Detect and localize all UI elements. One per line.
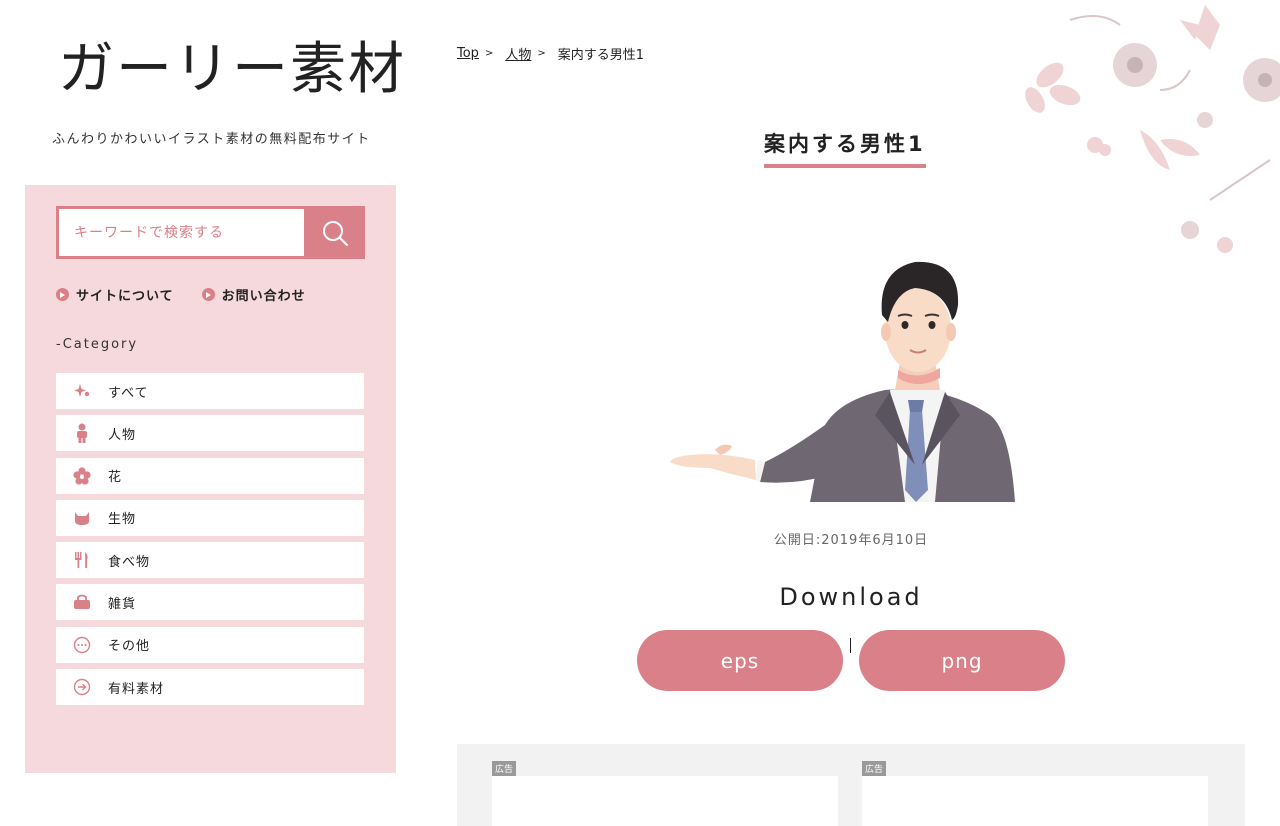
- category-item-paid[interactable]: 有料素材: [56, 669, 364, 706]
- site-logo[interactable]: ガーリー素材: [58, 30, 406, 110]
- chevron-right-icon: >: [537, 48, 546, 59]
- category-item-other[interactable]: その他: [56, 626, 364, 663]
- ad-label: 広告: [862, 761, 887, 776]
- page-title: 案内する男性1: [764, 128, 926, 168]
- download-heading: Download: [779, 583, 923, 611]
- site-tagline: ふんわりかわいいイラスト素材の無料配布サイト: [52, 132, 371, 147]
- category-list: すべて 人物 花 生物 食べ物 雑貨 その他 有料素材: [56, 373, 364, 711]
- category-item-flower[interactable]: 花: [56, 457, 364, 494]
- category-heading: -Category: [56, 337, 139, 352]
- category-label: 花: [108, 470, 123, 486]
- more-icon: [72, 635, 92, 655]
- bag-icon: [72, 592, 92, 612]
- flower-icon: [72, 466, 92, 486]
- sparkle-icon: [72, 381, 92, 401]
- cat-icon: [72, 508, 92, 528]
- category-item-food[interactable]: 食べ物: [56, 542, 364, 579]
- chevron-right-icon: >: [484, 48, 494, 59]
- arrow-bullet-icon: [56, 288, 69, 301]
- arrow-bullet-icon: [201, 288, 215, 301]
- ad-slot-left[interactable]: [492, 776, 838, 826]
- category-label: すべて: [108, 385, 149, 401]
- breadcrumb: Top > 人物 > 案内する男性1: [457, 44, 644, 63]
- ad-slot-right[interactable]: [862, 776, 1208, 826]
- category-label: 生物: [108, 512, 137, 528]
- category-label: その他: [108, 639, 151, 655]
- download-png-button[interactable]: png: [859, 630, 1065, 691]
- category-label: 雑貨: [108, 596, 137, 612]
- breadcrumb-top[interactable]: Top: [457, 46, 479, 61]
- published-date: 公開日:2019年6月10日: [773, 533, 929, 548]
- ad-label: 広告: [492, 761, 517, 776]
- person-icon: [72, 423, 92, 444]
- contact-link[interactable]: お問い合わせ: [201, 285, 306, 304]
- category-label: 有料素材: [108, 681, 165, 697]
- businessman-illustration: [670, 261, 1015, 502]
- category-item-goods[interactable]: 雑貨: [56, 584, 364, 621]
- arrow-circle-icon: [72, 677, 92, 697]
- cursor-divider: [850, 638, 851, 653]
- category-item-all[interactable]: すべて: [56, 373, 364, 409]
- site-links: サイトについて お問い合わせ: [56, 285, 306, 304]
- search-box: [56, 206, 304, 259]
- category-label: 人物: [108, 427, 137, 443]
- category-item-animals[interactable]: 生物: [56, 499, 364, 536]
- search-form: [56, 206, 365, 259]
- floral-decoration: [1025, 5, 1280, 253]
- sidebar: サイトについて お問い合わせ -Category すべて 人物 花: [25, 185, 396, 773]
- download-eps-button[interactable]: eps: [637, 630, 843, 691]
- contact-link-label: お問い合わせ: [221, 289, 306, 304]
- category-label: 食べ物: [108, 554, 151, 570]
- search-icon: [322, 220, 348, 246]
- breadcrumb-current: 案内する男性1: [557, 48, 645, 63]
- search-button[interactable]: [304, 206, 365, 259]
- about-link-label: サイトについて: [76, 289, 174, 304]
- fork-icon: [72, 550, 92, 570]
- category-item-people[interactable]: 人物: [56, 415, 364, 452]
- ad-area: 広告 広告: [457, 744, 1245, 826]
- breadcrumb-people[interactable]: 人物: [505, 44, 531, 63]
- about-link[interactable]: サイトについて: [56, 285, 174, 304]
- search-input[interactable]: [74, 224, 304, 241]
